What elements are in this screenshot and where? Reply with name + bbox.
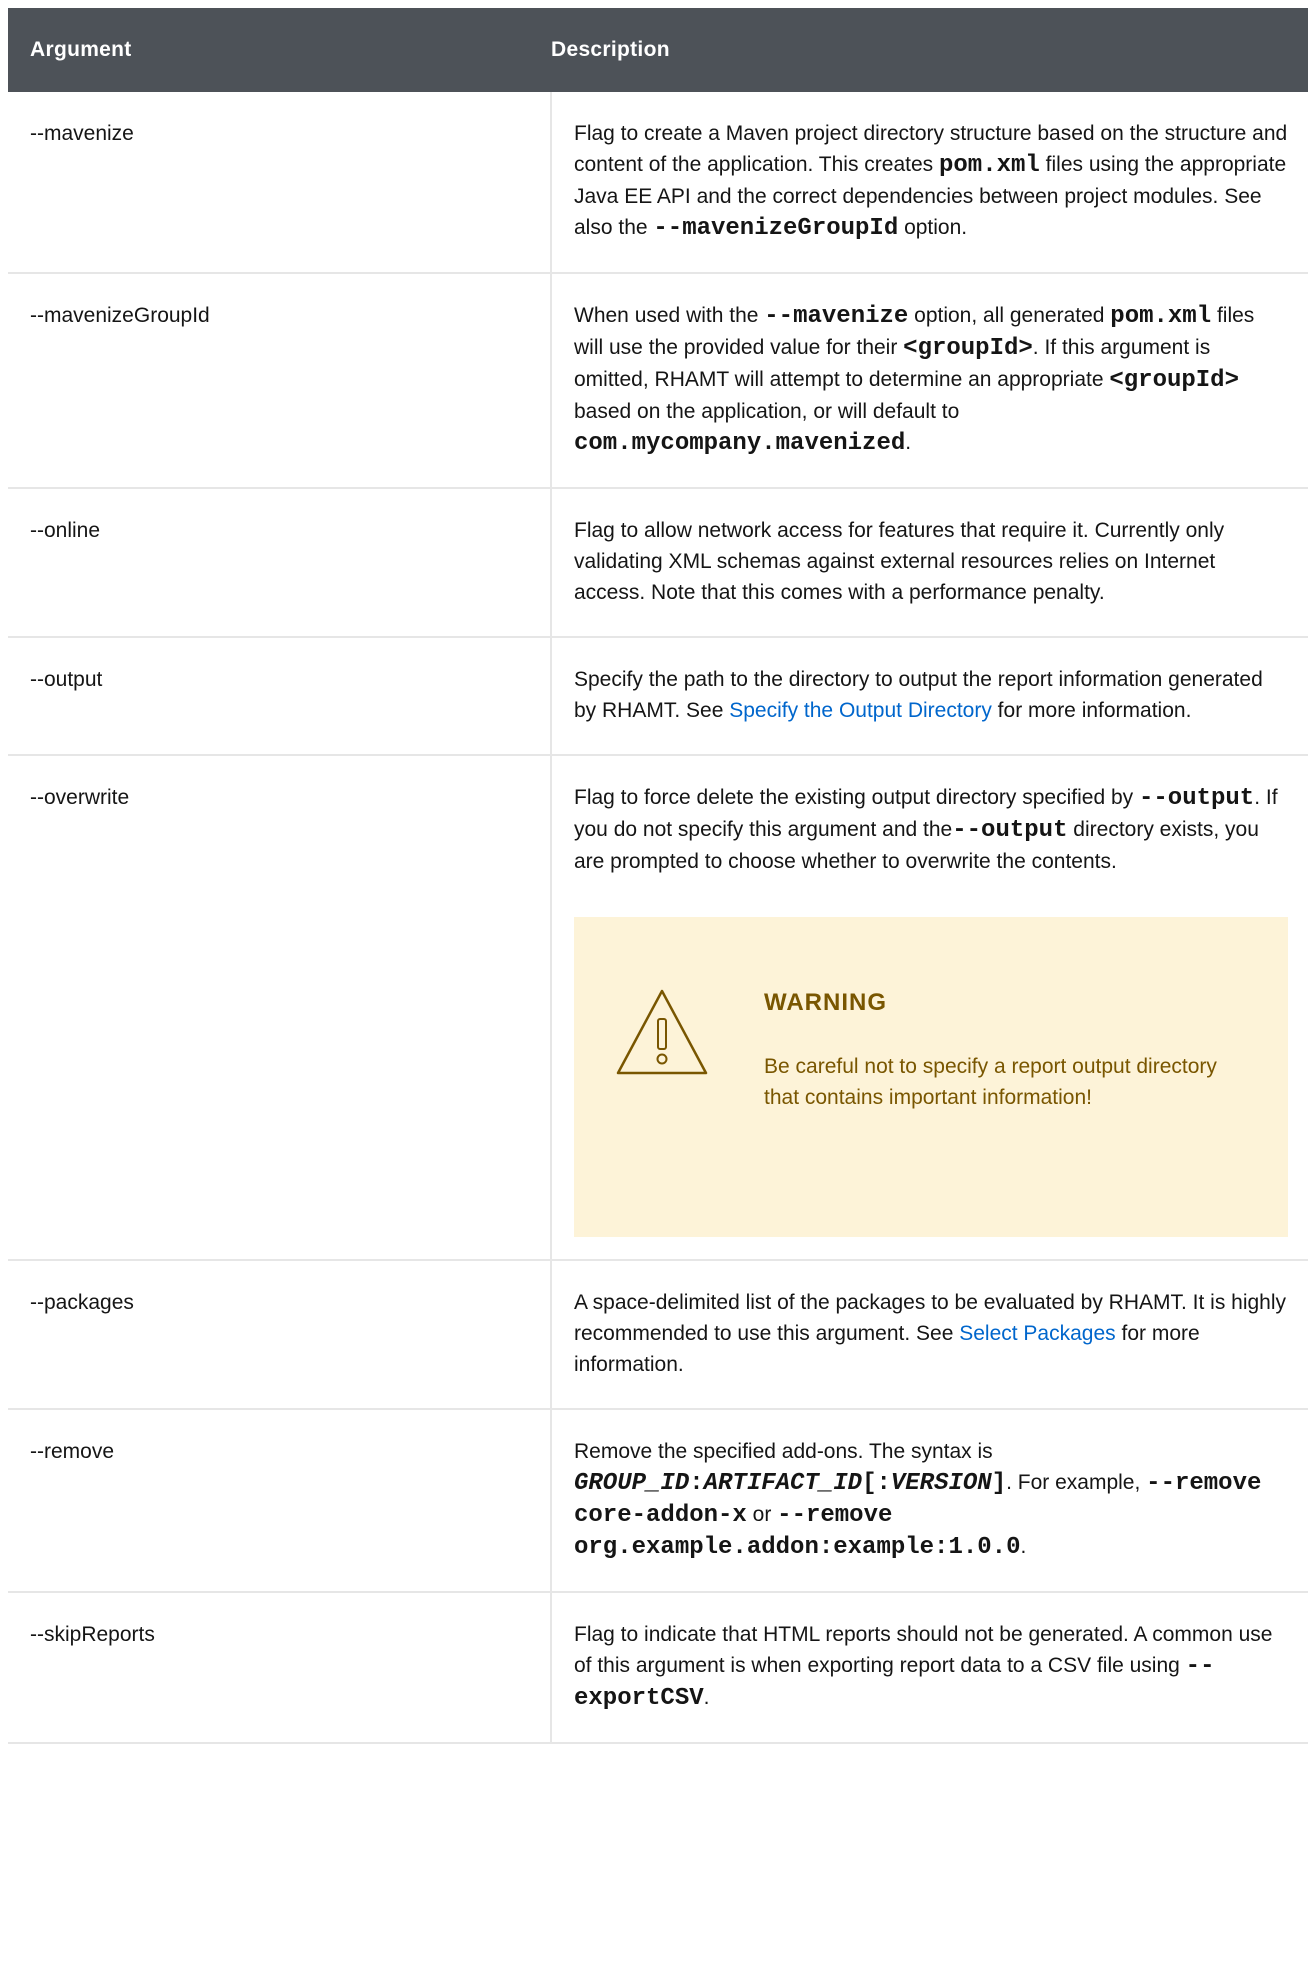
text: option, all generated <box>908 304 1111 327</box>
text: or <box>746 1503 778 1526</box>
table-row: --packages A space-delimited list of the… <box>8 1260 1308 1410</box>
table-row: --overwrite Flag to force delete the exi… <box>8 755 1308 1261</box>
code: --output <box>952 817 1068 844</box>
code: <groupId> <box>903 335 1033 362</box>
text: When used with the <box>574 304 765 327</box>
text: option. <box>898 216 968 239</box>
table-row: --mavenizeGroupId When used with the --m… <box>8 273 1308 489</box>
table-row: --mavenize Flag to create a Maven projec… <box>8 92 1308 274</box>
text: . <box>1020 1535 1027 1558</box>
argument-cell: --skipReports <box>8 1592 552 1744</box>
text: . <box>703 1686 710 1709</box>
description-cell: Flag to indicate that HTML reports shoul… <box>551 1592 1308 1744</box>
header-description: Description <box>551 38 670 61</box>
code: com.mycompany.mavenized <box>574 430 906 457</box>
code: : <box>689 1470 704 1497</box>
header-row: Argument Description <box>8 8 1308 92</box>
description-cell: Remove the specified add-ons. The syntax… <box>551 1409 1308 1593</box>
table-row: --online Flag to allow network access fo… <box>8 488 1308 638</box>
code: [: <box>862 1470 891 1497</box>
code: pom.xml <box>939 152 1040 179</box>
code: --mavenizeGroupId <box>653 215 899 242</box>
description-cell: Flag to force delete the existing output… <box>551 755 1308 1261</box>
code: ARTIFACT_ID <box>703 1470 863 1497</box>
table-header: Argument Description <box>8 8 1308 92</box>
specify-output-directory-link[interactable]: Specify the Output Directory <box>729 699 992 722</box>
select-packages-link[interactable]: Select Packages <box>959 1322 1115 1345</box>
description-cell: A space-delimited list of the packages t… <box>551 1260 1308 1410</box>
code: --output <box>1138 785 1255 812</box>
description-cell: Flag to allow network access for feature… <box>551 488 1308 638</box>
text: based on the application, or will defaul… <box>574 400 960 423</box>
warning-admonition: WARNING Be careful not to specify a repo… <box>574 917 1289 1237</box>
table-row: --skipReports Flag to indicate that HTML… <box>8 1592 1308 1744</box>
argument-cell: --mavenize <box>8 92 552 274</box>
argument-cell: --mavenizeGroupId <box>8 273 552 489</box>
argument-cell: --online <box>8 488 552 638</box>
argument-cell: --output <box>8 637 552 756</box>
argument-cell: --packages <box>8 1260 552 1410</box>
text: Remove the specified add-ons. The syntax… <box>574 1440 993 1463</box>
code: --mavenize <box>764 303 909 330</box>
header-argument: Argument <box>30 38 132 61</box>
text: . For example, <box>1006 1471 1147 1494</box>
warning-body: Be careful not to specify a report outpu… <box>764 1055 1217 1109</box>
code: pom.xml <box>1110 303 1212 330</box>
warning-title: WARNING <box>764 989 887 1016</box>
argument-cell: --overwrite <box>8 755 552 1261</box>
warning-triangle-icon <box>616 989 708 1075</box>
text: . <box>905 431 912 454</box>
description-cell: Flag to create a Maven project directory… <box>551 92 1308 274</box>
description-cell: Specify the path to the directory to out… <box>551 637 1308 756</box>
description-cell: When used with the --mavenize option, al… <box>551 273 1308 489</box>
code: ] <box>991 1470 1007 1497</box>
text: Flag to force delete the existing output… <box>574 786 1139 809</box>
text: for more information. <box>991 699 1192 722</box>
code: GROUP_ID <box>574 1470 690 1497</box>
argument-cell: --remove <box>8 1409 552 1593</box>
arguments-table-container: Argument Description --mavenize Flag to … <box>8 8 1308 1744</box>
text: Flag to indicate that HTML reports shoul… <box>574 1623 1273 1677</box>
table-row: --output Specify the path to the directo… <box>8 637 1308 756</box>
table-row: --remove Remove the specified add-ons. T… <box>8 1409 1308 1593</box>
code: VERSION <box>890 1470 992 1497</box>
arguments-table: Argument Description --mavenize Flag to … <box>8 8 1308 1744</box>
code: <groupId> <box>1109 367 1239 394</box>
